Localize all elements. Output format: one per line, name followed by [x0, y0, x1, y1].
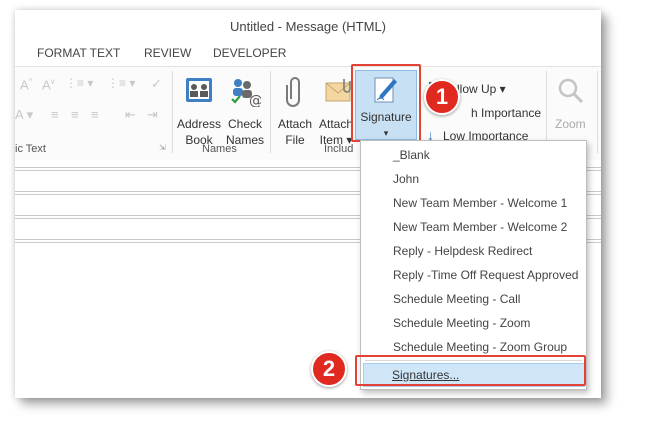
zoom-magnifier-icon	[558, 78, 584, 104]
basic-text-group-label: ic Text	[15, 143, 46, 155]
grow-font-icon: A^	[20, 77, 33, 93]
shrink-font-icon: Av	[42, 77, 55, 93]
tab-format-text[interactable]: FORMAT TEXT	[37, 46, 120, 60]
menu-item-welcome-1[interactable]: New Team Member - Welcome 1	[393, 191, 567, 215]
font-color-icon: A ▾	[15, 107, 34, 122]
signatures-highlight-box	[355, 355, 586, 386]
attach-file-label-2: File	[285, 133, 305, 147]
signature-highlight-box	[351, 64, 421, 142]
address-book-label-1: Address	[176, 117, 222, 131]
menu-item-helpdesk-redirect[interactable]: Reply - Helpdesk Redirect	[393, 239, 532, 263]
align-left-icon: ≡	[51, 107, 59, 122]
menu-item-meeting-zoom[interactable]: Schedule Meeting - Zoom	[393, 311, 530, 335]
svg-text:@: @	[249, 93, 261, 107]
tab-review[interactable]: REVIEW	[144, 46, 191, 60]
tab-developer[interactable]: DEVELOPER	[213, 46, 286, 60]
ribbon-tabs: FORMAT TEXT REVIEW DEVELOPER	[15, 44, 601, 66]
decrease-indent-icon: ⇤	[125, 107, 136, 122]
menu-item-john[interactable]: John	[393, 167, 419, 191]
numbering-icon: ⋮≡ ▾	[107, 76, 136, 90]
bullets-icon: ⋮≡ ▾	[65, 76, 94, 90]
signature-dropdown-menu: _Blank John New Team Member - Welcome 1 …	[360, 140, 587, 390]
address-book-icon	[186, 78, 212, 102]
increase-indent-icon: ⇥	[147, 107, 158, 122]
check-names-label-1: Check	[227, 117, 262, 131]
names-group-label: Names	[202, 143, 237, 155]
high-importance-button[interactable]: h Importance	[471, 105, 541, 121]
align-center-icon: ≡	[71, 107, 79, 122]
paperclip-icon	[286, 77, 300, 107]
step-2-callout: 2	[311, 351, 347, 387]
menu-item-time-off-approved[interactable]: Reply -Time Off Request Approved	[393, 263, 578, 287]
menu-item-blank[interactable]: _Blank	[393, 143, 430, 167]
window-title: Untitled - Message (HTML)	[229, 19, 387, 34]
zoom-button[interactable]: Zoom	[555, 116, 586, 132]
clear-formatting-icon: ✓	[151, 76, 162, 91]
menu-item-meeting-call[interactable]: Schedule Meeting - Call	[393, 287, 520, 311]
attach-item-icon	[325, 79, 351, 102]
dialog-launcher-icon[interactable]: ⇲	[159, 143, 166, 152]
check-names-icon: @	[231, 79, 261, 107]
align-right-icon: ≡	[91, 107, 99, 122]
include-group-label: Includ	[324, 143, 354, 155]
step-1-callout: 1	[424, 79, 460, 115]
outlook-message-window: Untitled - Message (HTML) FORMAT TEXT RE…	[15, 10, 601, 398]
menu-item-welcome-2[interactable]: New Team Member - Welcome 2	[393, 215, 567, 239]
attach-file-label-1: Attach	[277, 117, 313, 131]
